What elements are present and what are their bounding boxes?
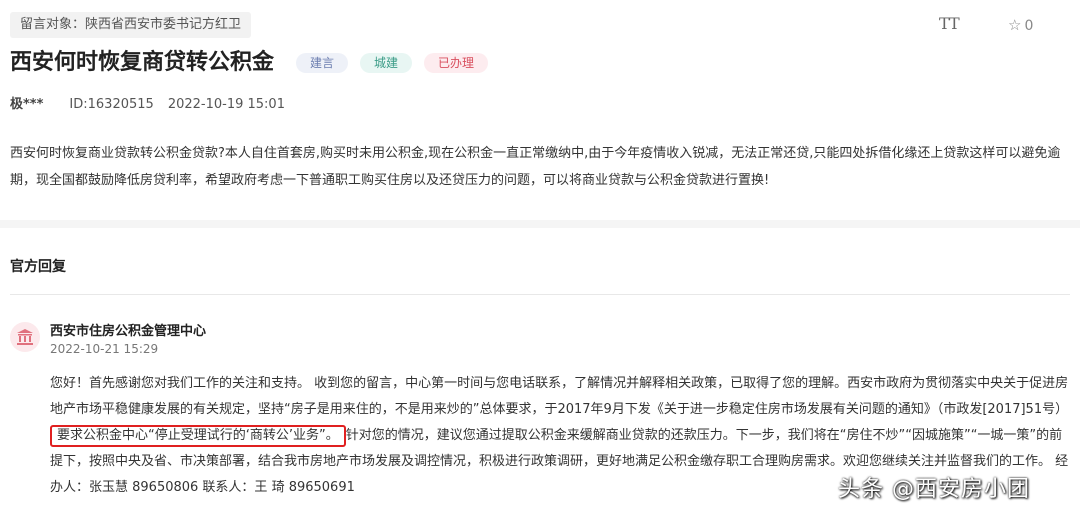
tag-city-construction[interactable]: 城建 <box>360 53 413 73</box>
highlighted-text: 要求公积金中心“停止受理试行的‘商转公’业务”。 <box>50 425 346 447</box>
avatar <box>10 322 40 352</box>
reply-date: 2022-10-21 15:29 <box>50 342 159 356</box>
text-size-icon[interactable]: TT <box>939 14 960 33</box>
message-id: ID:16320515 <box>69 97 154 112</box>
favorite-button[interactable]: ☆ 0 <box>1008 16 1033 34</box>
star-icon: ☆ <box>1008 16 1022 34</box>
favorite-count: 0 <box>1024 18 1034 34</box>
page-title: 西安何时恢复商贷转公积金 <box>10 50 275 75</box>
tag-list: 建言 城建 已办理 <box>296 53 489 73</box>
message-body: 西安何时恢复商业贷款转公积金贷款?本人自住首套房,购买时未用公积金,现在公积金一… <box>10 146 1061 188</box>
divider <box>10 294 1070 295</box>
message-date: 2022-10-19 15:01 <box>167 97 285 112</box>
reply-text-before: 您好！首先感谢您对我们工作的关注和支持。 收到您的留言，中心第一时间与您电话联系… <box>50 376 1069 417</box>
org-name[interactable]: 西安市住房公积金管理中心 <box>50 320 206 339</box>
government-building-icon <box>17 329 33 345</box>
reply-section-title: 官方回复 <box>10 259 66 275</box>
section-separator <box>0 220 1080 228</box>
message-meta: 极*** ID:16320515 2022-10-19 15:01 <box>10 93 285 112</box>
status-badge: 已办理 <box>424 53 489 73</box>
author-name: 极*** <box>10 97 44 112</box>
tag-advice[interactable]: 建言 <box>296 53 349 73</box>
recipient-label: 留言对象：陕西省西安市委书记方红卫 <box>10 12 252 38</box>
watermark: 头条 @西安房小团 <box>838 477 1030 502</box>
